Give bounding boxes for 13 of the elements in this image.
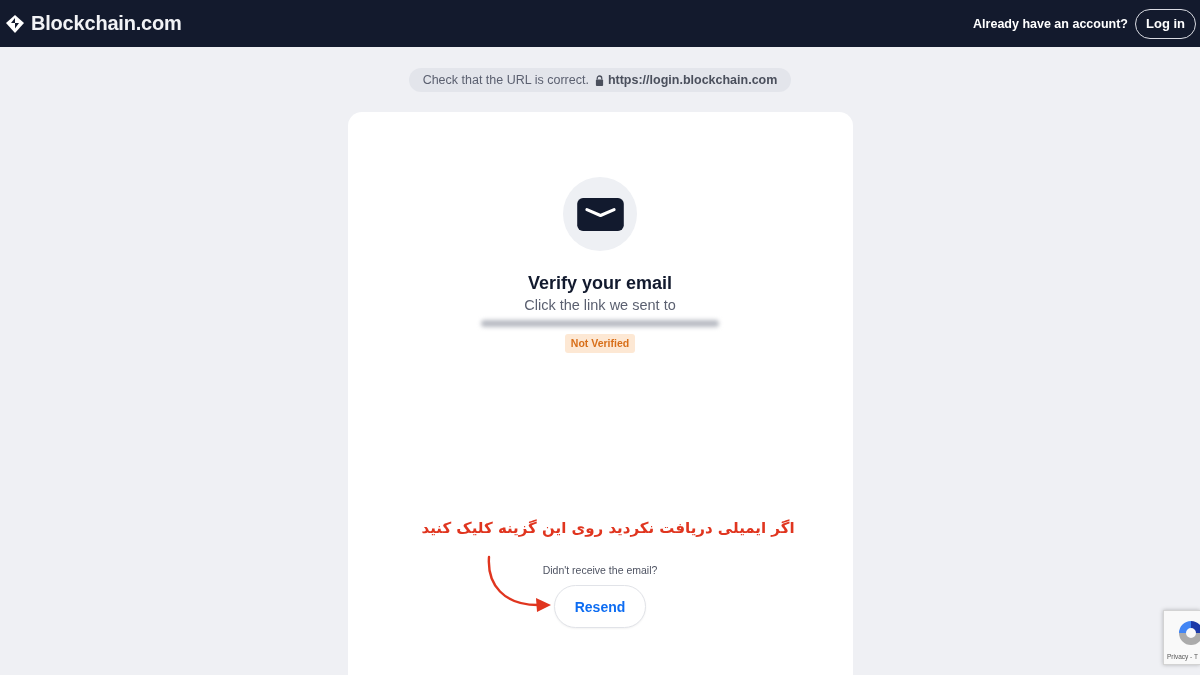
status-badge: Not Verified — [564, 334, 636, 353]
brand-logo-text: Blockchain.com — [31, 12, 182, 35]
url-check-text: Check that the URL is correct. — [422, 73, 589, 87]
diamond-logo-icon — [5, 13, 25, 34]
annotation-text: اگر ایمیلی دریافت نکردید روی این گزینه کلیک کنید — [421, 518, 795, 539]
card-subtitle: Click the link we sent to — [524, 296, 676, 315]
card-title: Verify your email — [527, 272, 673, 294]
url-text: https://login.blockchain.com — [607, 73, 778, 87]
resend-prompt: Didn't receive the email? — [542, 564, 658, 577]
account-prompt: Already have an account? — [973, 16, 1128, 31]
ring-icon — [1176, 619, 1200, 647]
lock-icon — [594, 74, 604, 86]
resend-button[interactable]: Resend — [554, 585, 646, 628]
